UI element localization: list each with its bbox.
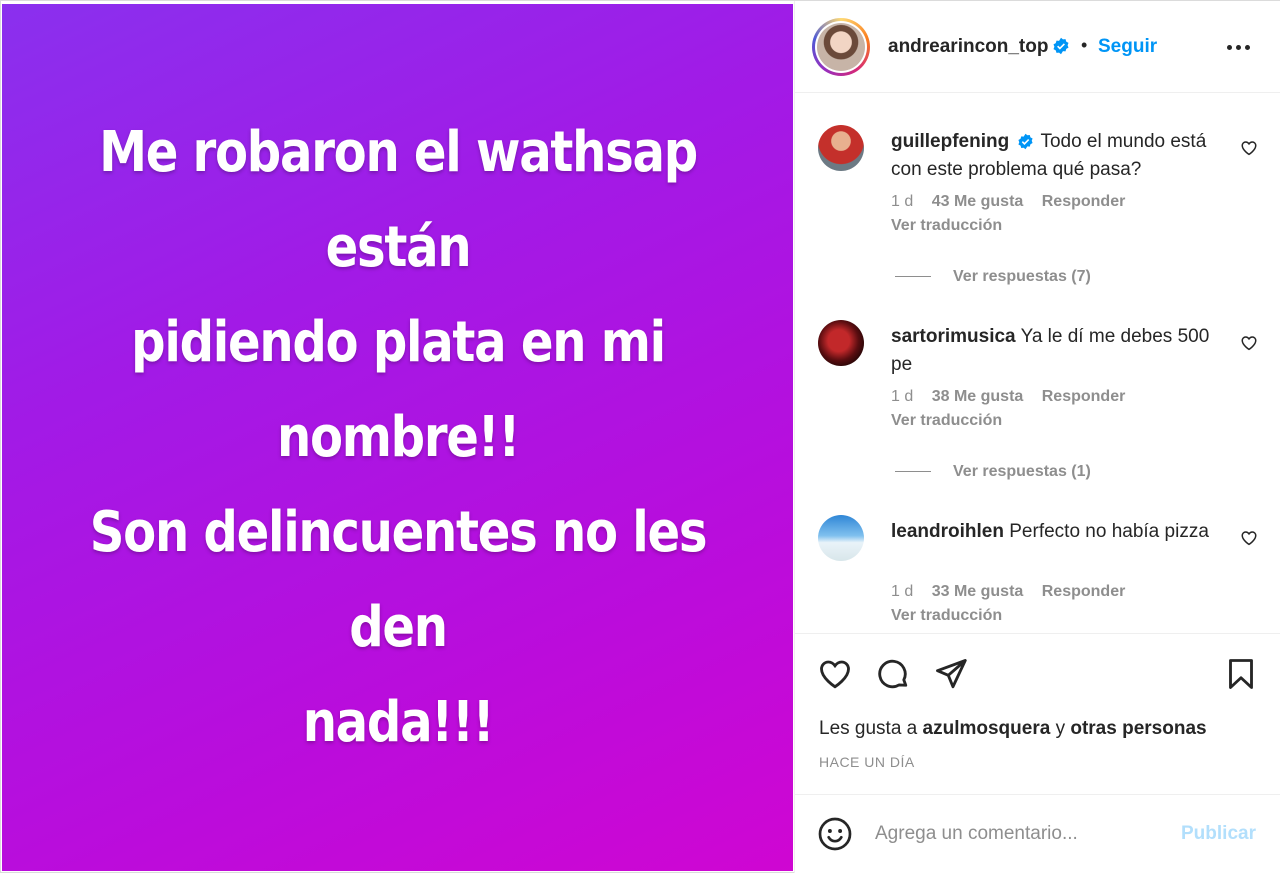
- view-replies-button[interactable]: Ver respuestas (7): [895, 268, 1091, 286]
- post-timestamp: HACE UN DÍA: [819, 754, 915, 770]
- commenter-avatar[interactable]: [818, 125, 864, 171]
- story-line: nada!!!: [302, 690, 494, 755]
- translate-link[interactable]: Ver traducción: [891, 217, 1002, 235]
- replies-label: Ver respuestas (1): [953, 463, 1091, 480]
- translate-link[interactable]: Ver traducción: [891, 607, 1002, 625]
- replies-divider: [895, 471, 931, 473]
- comment-username[interactable]: sartorimusica: [891, 326, 1016, 347]
- post-header: andrearincon_top • Seguir: [795, 1, 1280, 93]
- post-modal: Me robaron el wathsap están pidiendo pla…: [0, 0, 1280, 873]
- view-replies-button[interactable]: Ver respuestas (1): [895, 463, 1091, 481]
- comment-like-heart-icon[interactable]: [1240, 334, 1258, 352]
- owner-username[interactable]: andrearincon_top: [888, 36, 1048, 57]
- verified-badge-icon: [1053, 37, 1069, 55]
- post-sidebar: andrearincon_top • Seguir guillepfening …: [794, 1, 1280, 873]
- reply-button[interactable]: Responder: [1042, 193, 1126, 210]
- comment-time: 1 d: [891, 193, 914, 210]
- comment-username[interactable]: leandroihlen: [891, 521, 1004, 542]
- likes-prefix: Les gusta a: [819, 718, 918, 739]
- likes-conjunction: y: [1055, 718, 1066, 739]
- owner-avatar[interactable]: [812, 18, 870, 76]
- commenter-avatar[interactable]: [818, 320, 864, 366]
- likes-others-link[interactable]: otras personas: [1070, 718, 1206, 739]
- post-actions: Les gusta a azulmosquera y otras persona…: [795, 633, 1280, 795]
- reply-button[interactable]: Responder: [1042, 583, 1126, 600]
- comment-likes[interactable]: 33 Me gusta: [932, 583, 1024, 600]
- comment-composer: Publicar: [795, 796, 1280, 872]
- likes-username[interactable]: azulmosquera: [923, 718, 1051, 739]
- story-line: Son delincuentes no les den: [89, 500, 707, 660]
- comment-likes[interactable]: 38 Me gusta: [932, 388, 1024, 405]
- replies-label: Ver respuestas (7): [953, 268, 1091, 285]
- bookmark-icon[interactable]: [1223, 656, 1259, 692]
- post-media: Me robaron el wathsap están pidiendo pla…: [2, 4, 793, 871]
- publish-button[interactable]: Publicar: [1181, 823, 1256, 845]
- commenter-avatar[interactable]: [818, 515, 864, 561]
- reply-button[interactable]: Responder: [1042, 388, 1126, 405]
- replies-divider: [895, 276, 931, 278]
- share-icon[interactable]: [933, 656, 969, 692]
- comment-time: 1 d: [891, 388, 914, 405]
- emoji-icon[interactable]: [817, 816, 853, 852]
- comment-username[interactable]: guillepfening: [891, 131, 1009, 152]
- story-line: pidiendo plata en mi nombre!!: [130, 310, 666, 470]
- comment-like-heart-icon[interactable]: [1240, 529, 1258, 547]
- comment-like-heart-icon[interactable]: [1240, 139, 1258, 157]
- verified-badge-icon: [1017, 133, 1033, 150]
- story-line: Me robaron el wathsap están: [98, 120, 698, 280]
- story-text: Me robaron el wathsap están pidiendo pla…: [88, 105, 707, 770]
- comment-time: 1 d: [891, 583, 914, 600]
- more-options-icon[interactable]: [1223, 35, 1253, 59]
- comment-likes[interactable]: 43 Me gusta: [932, 193, 1024, 210]
- separator-dot: •: [1081, 35, 1088, 55]
- likes-summary: Les gusta a azulmosquera y otras persona…: [819, 718, 1207, 740]
- follow-button[interactable]: Seguir: [1098, 36, 1157, 58]
- comment-text: Perfecto no había pizza: [1009, 521, 1209, 542]
- heart-icon[interactable]: [817, 656, 853, 692]
- comment-input[interactable]: [875, 818, 1165, 850]
- comment-icon[interactable]: [875, 656, 911, 692]
- translate-link[interactable]: Ver traducción: [891, 412, 1002, 430]
